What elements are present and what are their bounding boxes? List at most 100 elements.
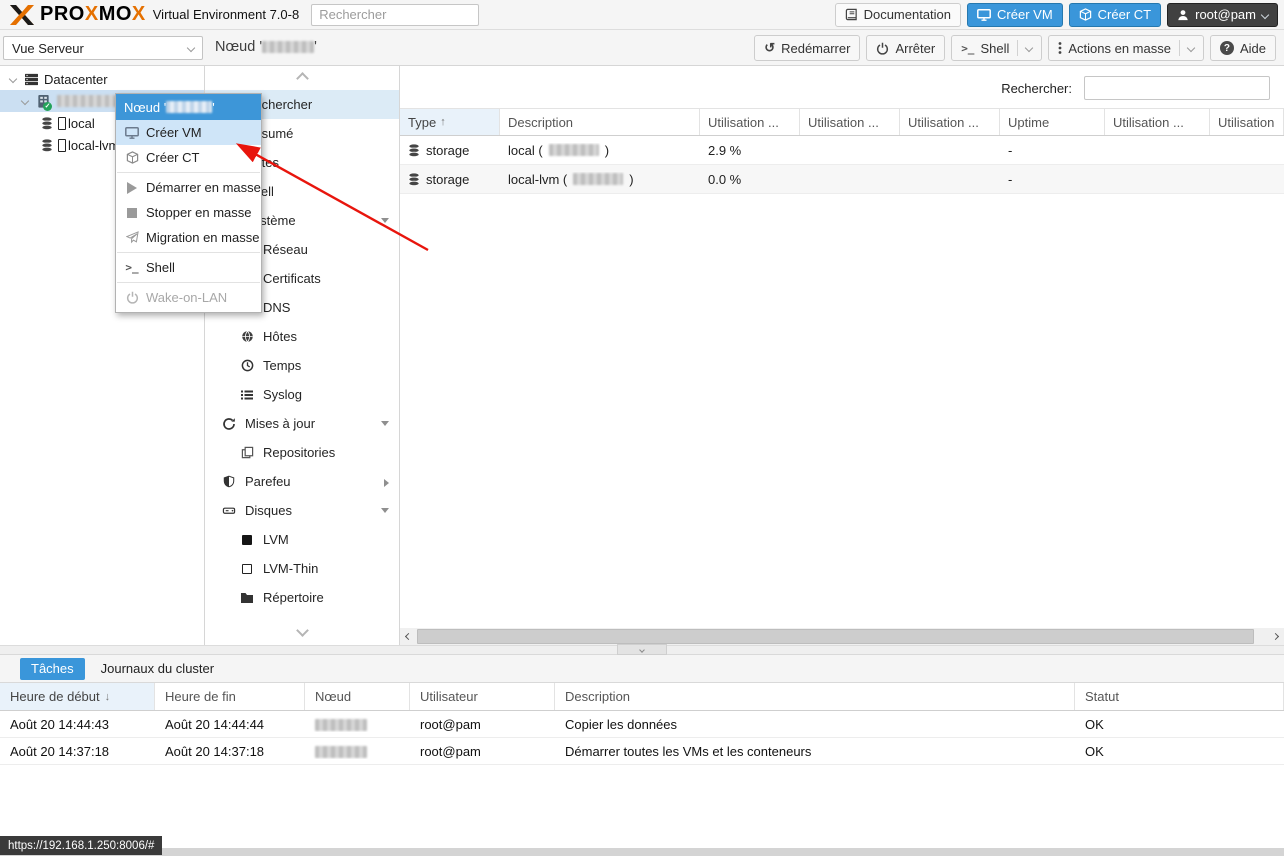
node-context-menu: Nœud '' Créer VM Créer CT Démarrer en ma…	[115, 93, 262, 313]
help-button[interactable]: ? Aide	[1210, 35, 1276, 61]
column-utilisation-1[interactable]: Utilisation ...	[700, 109, 800, 135]
column-utilisateur[interactable]: Utilisateur	[410, 683, 555, 710]
collapse-panel-handle[interactable]	[617, 644, 667, 655]
menu-item-creer-ct[interactable]: Créer CT	[116, 145, 261, 170]
column-uptime[interactable]: Uptime	[1000, 109, 1105, 135]
nav-item-mises-a-jour[interactable]: Mises à jour	[205, 409, 399, 438]
nav-item-hotes[interactable]: Hôtes	[205, 322, 399, 351]
column-noeud[interactable]: Nœud	[305, 683, 410, 710]
cube-icon	[123, 145, 141, 170]
menu-item-demarrer-en-masse[interactable]: Démarrer en masse	[116, 175, 261, 200]
tree-item-datacenter[interactable]: Datacenter	[0, 68, 204, 90]
menu-item-wake-on-lan[interactable]: Wake-on-LAN	[116, 285, 261, 310]
task-row[interactable]: Août 20 14:44:43 Août 20 14:44:44 root@p…	[0, 711, 1284, 738]
nav-item-lvm-thin[interactable]: LVM-Thin	[205, 554, 399, 583]
bottom-panel: Tâches Journaux du cluster Heure de débu…	[0, 655, 1284, 848]
panel-splitter[interactable]	[0, 645, 1284, 655]
table-row[interactable]: storage local-lvm () 0.0 % -	[400, 165, 1284, 194]
tab-taches[interactable]: Tâches	[20, 658, 85, 680]
user-menu-button[interactable]: root@pam	[1167, 3, 1278, 27]
column-utilisation-4[interactable]: Utilisation ...	[1105, 109, 1210, 135]
menu-item-shell[interactable]: >_ Shell	[116, 255, 261, 280]
status-url-tooltip: https://192.168.1.250:8006/#	[0, 836, 162, 855]
refresh-icon	[221, 417, 237, 431]
chevron-down-icon[interactable]	[4, 76, 22, 82]
column-description[interactable]: Description	[555, 683, 1075, 710]
expand-arrow-icon[interactable]	[384, 479, 389, 487]
documentation-button[interactable]: Documentation	[835, 3, 961, 27]
sort-asc-icon: ↑	[440, 116, 446, 128]
column-utilisation-2[interactable]: Utilisation ...	[800, 109, 900, 135]
hdd-icon	[221, 504, 237, 517]
column-utilisation-5[interactable]: Utilisation	[1210, 109, 1284, 135]
nav-item-temps[interactable]: Temps	[205, 351, 399, 380]
terminal-icon: >_	[961, 42, 974, 55]
online-check-icon: ✓	[43, 102, 52, 111]
column-utilisation-3[interactable]: Utilisation ...	[900, 109, 1000, 135]
column-type[interactable]: Type↑	[400, 109, 500, 135]
redacted-node-name	[315, 746, 367, 758]
toolbar-actions: ↺ Redémarrer Arrêter >_ Shell Actions en…	[754, 35, 1276, 61]
product-version: Virtual Environment 7.0-8	[153, 7, 299, 22]
shutdown-button[interactable]: Arrêter	[866, 35, 945, 61]
collapse-arrow-icon[interactable]	[381, 218, 389, 223]
create-ct-button[interactable]: Créer CT	[1069, 3, 1161, 27]
play-icon	[123, 175, 141, 200]
scroll-left-button[interactable]	[400, 628, 417, 645]
column-heure-debut[interactable]: Heure de début↓	[0, 683, 155, 710]
copy-icon	[239, 446, 255, 459]
nav-item-disques[interactable]: Disques	[205, 496, 399, 525]
top-bar: PROXMOX Virtual Environment 7.0-8 Docume…	[0, 0, 1284, 30]
table-search-input[interactable]	[1084, 76, 1270, 100]
collapse-arrow-icon[interactable]	[381, 421, 389, 426]
send-icon	[123, 225, 141, 250]
table-row[interactable]: storage local () 2.9 % -	[400, 136, 1284, 165]
create-vm-button[interactable]: Créer VM	[967, 3, 1063, 27]
chevron-down-icon[interactable]	[1187, 44, 1195, 52]
chevron-down-icon[interactable]	[1025, 44, 1033, 52]
storage-icon	[38, 138, 56, 153]
datacenter-icon	[22, 73, 40, 86]
nav-item-syslog[interactable]: Syslog	[205, 380, 399, 409]
collapse-arrow-icon[interactable]	[381, 508, 389, 513]
nav-item-repositories[interactable]: Repositories	[205, 438, 399, 467]
monitor-icon	[977, 9, 991, 21]
table-search-label: Rechercher:	[1001, 81, 1072, 96]
task-row[interactable]: Août 20 14:37:18 Août 20 14:37:18 root@p…	[0, 738, 1284, 765]
nav-item-repertoire[interactable]: Répertoire	[205, 583, 399, 612]
storage-icon	[408, 172, 420, 187]
global-search-input[interactable]	[311, 4, 479, 26]
redacted-node-name	[315, 719, 367, 731]
horizontal-scrollbar[interactable]	[400, 628, 1284, 645]
bulk-actions-button[interactable]: Actions en masse	[1048, 35, 1204, 61]
nav-item-lvm[interactable]: LVM	[205, 525, 399, 554]
restart-icon: ↺	[764, 40, 775, 56]
table-header: Type↑ Description Utilisation ... Utilis…	[400, 108, 1284, 136]
column-heure-fin[interactable]: Heure de fin	[155, 683, 305, 710]
power-icon	[876, 42, 889, 55]
square-filled-icon	[239, 535, 255, 545]
chevron-down-icon[interactable]	[16, 98, 34, 104]
menu-item-migration-en-masse[interactable]: Migration en masse	[116, 225, 261, 250]
status-badge: OK	[1075, 744, 1284, 759]
menu-item-creer-vm[interactable]: Créer VM	[116, 120, 261, 145]
stop-icon	[123, 200, 141, 225]
chevron-down-icon	[1261, 10, 1269, 18]
nav-scroll-up[interactable]	[205, 66, 399, 90]
column-description[interactable]: Description	[500, 109, 700, 135]
menu-item-stopper-en-masse[interactable]: Stopper en masse	[116, 200, 261, 225]
ellipsis-vertical-icon	[1058, 41, 1062, 55]
storage-icon	[408, 143, 420, 158]
scrollbar-thumb[interactable]	[417, 629, 1254, 644]
page-title: Nœud ''	[215, 39, 317, 55]
nav-scroll-down[interactable]	[205, 618, 399, 642]
tab-journaux-cluster[interactable]: Journaux du cluster	[101, 661, 214, 676]
node-icon: ✓	[34, 94, 52, 109]
shell-button[interactable]: >_ Shell	[951, 35, 1042, 61]
column-statut[interactable]: Statut	[1075, 683, 1284, 710]
view-selector[interactable]: Vue Serveur	[3, 36, 203, 60]
restart-button[interactable]: ↺ Redémarrer	[754, 35, 860, 61]
scroll-right-button[interactable]	[1267, 628, 1284, 645]
redacted-node-name	[573, 173, 623, 185]
nav-item-parefeu[interactable]: Parefeu	[205, 467, 399, 496]
